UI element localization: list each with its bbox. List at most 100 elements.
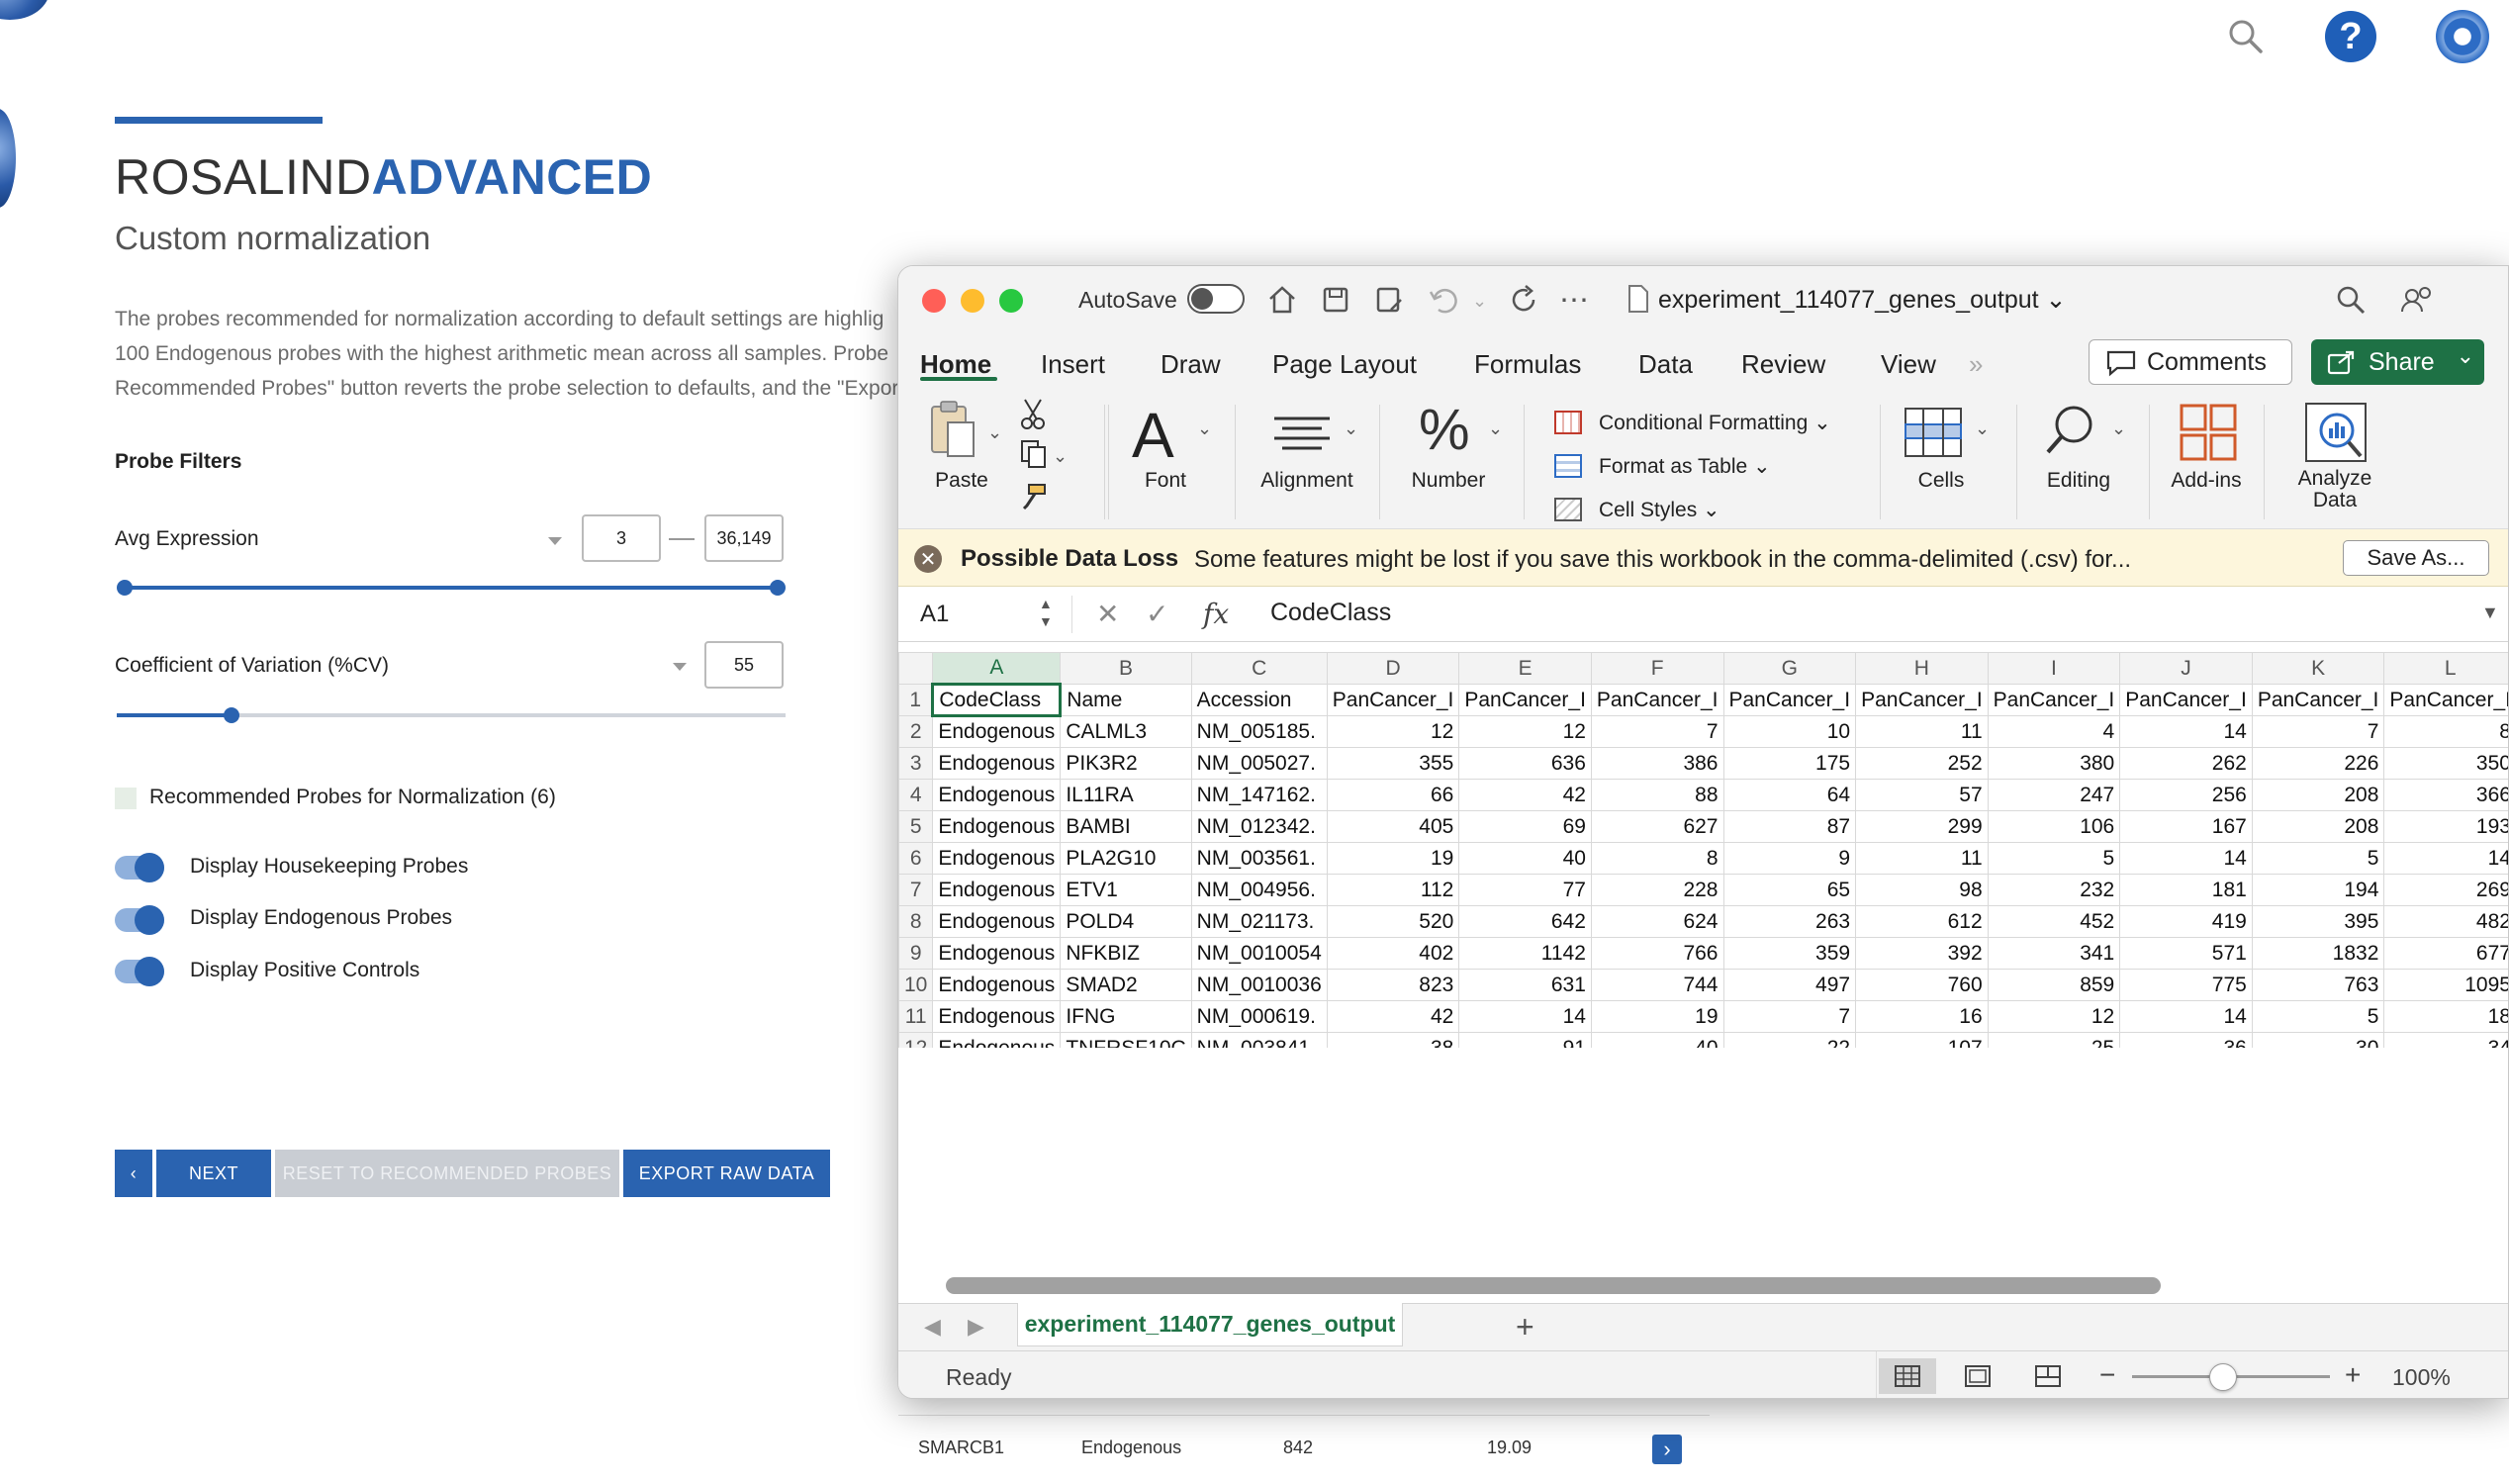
cell[interactable]: 18 (2383, 1000, 2508, 1033)
cell[interactable]: 16 (1855, 1000, 1989, 1033)
cell[interactable]: 366 (2383, 779, 2508, 811)
font-icon[interactable]: A (1132, 399, 1174, 472)
cell[interactable]: 11 (1855, 842, 1989, 875)
row-expand-button[interactable]: › (1652, 1435, 1682, 1464)
row-header[interactable]: 7 (898, 874, 934, 906)
cell[interactable]: PIK3R2 (1060, 747, 1192, 780)
row-header[interactable]: 12 (898, 1032, 934, 1048)
cells-icon[interactable] (1904, 407, 1963, 463)
save-as-button[interactable]: Save As... (2343, 540, 2489, 576)
chevron-down-icon[interactable] (548, 537, 562, 545)
paste-icon[interactable] (928, 399, 981, 462)
cell[interactable]: 631 (1458, 969, 1592, 1001)
cell[interactable]: 269 (2383, 874, 2508, 906)
name-box-stepper-icon[interactable]: ▲ ▼ (1039, 595, 1053, 630)
cell[interactable]: 612 (1855, 905, 1989, 938)
cell[interactable]: 642 (1458, 905, 1592, 938)
cell[interactable]: 14 (2119, 842, 2253, 875)
cell[interactable]: 106 (1987, 810, 2121, 843)
cell[interactable]: 175 (1722, 747, 1857, 780)
cell[interactable]: 8 (1590, 842, 1724, 875)
cell[interactable]: Accession (1190, 684, 1328, 716)
cell[interactable]: CodeClass (931, 683, 1063, 717)
save-as-icon[interactable] (1373, 284, 1405, 324)
cell[interactable]: 64 (1722, 779, 1857, 811)
column-header[interactable]: D (1326, 652, 1460, 685)
row-header[interactable]: 10 (898, 969, 934, 1001)
select-all-corner[interactable] (898, 652, 934, 685)
cell[interactable]: 823 (1326, 969, 1460, 1001)
cell[interactable]: TNFRSF10C (1060, 1032, 1192, 1048)
cell[interactable]: 1095 (2383, 969, 2508, 1001)
minimize-window-button[interactable] (961, 289, 984, 313)
cell[interactable]: PanCancer_I (2251, 684, 2385, 716)
insert-function-icon[interactable]: fx (1203, 598, 1229, 630)
undo-dropdown-icon[interactable]: ⌄ (1472, 284, 1487, 318)
cell[interactable]: 247 (1987, 779, 2121, 811)
cell[interactable]: NM_000619. (1190, 1000, 1328, 1033)
cell[interactable]: 42 (1326, 1000, 1460, 1033)
cell[interactable]: 30 (2251, 1032, 2385, 1048)
cell[interactable]: 87 (1722, 810, 1857, 843)
cell[interactable]: PanCancer_I (1590, 684, 1724, 716)
cell[interactable]: 386 (1590, 747, 1724, 780)
cell[interactable]: IL11RA (1060, 779, 1192, 811)
cell[interactable]: NFKBIZ (1060, 937, 1192, 970)
next-button[interactable]: NEXT (156, 1150, 271, 1197)
cell[interactable]: SMAD2 (1060, 969, 1192, 1001)
column-header[interactable]: H (1855, 652, 1989, 685)
cell[interactable]: 744 (1590, 969, 1724, 1001)
cell[interactable]: Endogenous (932, 937, 1062, 970)
cell[interactable]: 402 (1326, 937, 1460, 970)
formula-input[interactable]: CodeClass (1270, 599, 1391, 627)
avg-expression-max-input[interactable]: 36,149 (704, 514, 784, 562)
help-icon[interactable]: ? (2325, 11, 2376, 62)
cell[interactable]: 7 (2251, 715, 2385, 748)
column-header[interactable]: I (1987, 652, 2121, 685)
cell[interactable]: 350 (2383, 747, 2508, 780)
cell[interactable]: 25 (1987, 1032, 2121, 1048)
cell[interactable]: Endogenous (932, 779, 1062, 811)
cell[interactable]: 5 (1987, 842, 2121, 875)
cell[interactable]: 395 (2251, 905, 2385, 938)
cell[interactable]: 181 (2119, 874, 2253, 906)
avg-expression-min-input[interactable]: 3 (582, 514, 661, 562)
redo-icon[interactable] (1508, 284, 1539, 324)
spreadsheet-grid[interactable]: ABCDEFGHIJKL 1 CodeClass Name Accession PanC… (898, 652, 2508, 1048)
cell[interactable]: NM_0010036 (1190, 969, 1328, 1001)
cell[interactable]: 69 (1458, 810, 1592, 843)
cell[interactable]: NM_005027. (1190, 747, 1328, 780)
conditional-formatting-button[interactable]: Conditional Formatting ⌄ (1599, 411, 1831, 435)
normal-view-button[interactable] (1879, 1358, 1936, 1394)
back-button[interactable]: ‹ (115, 1150, 152, 1197)
alignment-icon[interactable] (1272, 413, 1332, 461)
row-header[interactable]: 4 (898, 779, 934, 811)
cell[interactable]: 19 (1590, 1000, 1724, 1033)
cell[interactable]: 677 (2383, 937, 2508, 970)
cell[interactable]: Endogenous (932, 1000, 1062, 1033)
copy-dropdown-icon[interactable]: ⌄ (1053, 446, 1068, 467)
home-icon[interactable] (1266, 284, 1298, 324)
paste-dropdown-icon[interactable]: ⌄ (987, 422, 1002, 443)
cell[interactable]: 4 (1987, 715, 2121, 748)
cell[interactable]: Name (1060, 684, 1192, 716)
format-painter-icon[interactable] (1019, 482, 1049, 516)
cell[interactable]: 98 (1855, 874, 1989, 906)
zoom-in-button[interactable]: + (2345, 1359, 2361, 1391)
cell[interactable]: 262 (2119, 747, 2253, 780)
cell[interactable]: 112 (1326, 874, 1460, 906)
row-header[interactable]: 11 (898, 1000, 934, 1033)
cell[interactable]: IFNG (1060, 1000, 1192, 1033)
cell[interactable]: Endogenous (932, 810, 1062, 843)
toggle-housekeeping-probes[interactable] (115, 853, 164, 882)
cell[interactable]: 10 (1722, 715, 1857, 748)
cell[interactable]: 256 (2119, 779, 2253, 811)
row-header[interactable]: 3 (898, 747, 934, 780)
cell[interactable]: PanCancer_I (2119, 684, 2253, 716)
sheet-tab-active[interactable]: experiment_114077_genes_output (1017, 1303, 1403, 1346)
cell[interactable]: 38 (1326, 1032, 1460, 1048)
cell[interactable]: 36 (2119, 1032, 2253, 1048)
cell[interactable]: 571 (2119, 937, 2253, 970)
cell[interactable]: NM_003561. (1190, 842, 1328, 875)
cell[interactable]: PanCancer_I (1326, 684, 1460, 716)
